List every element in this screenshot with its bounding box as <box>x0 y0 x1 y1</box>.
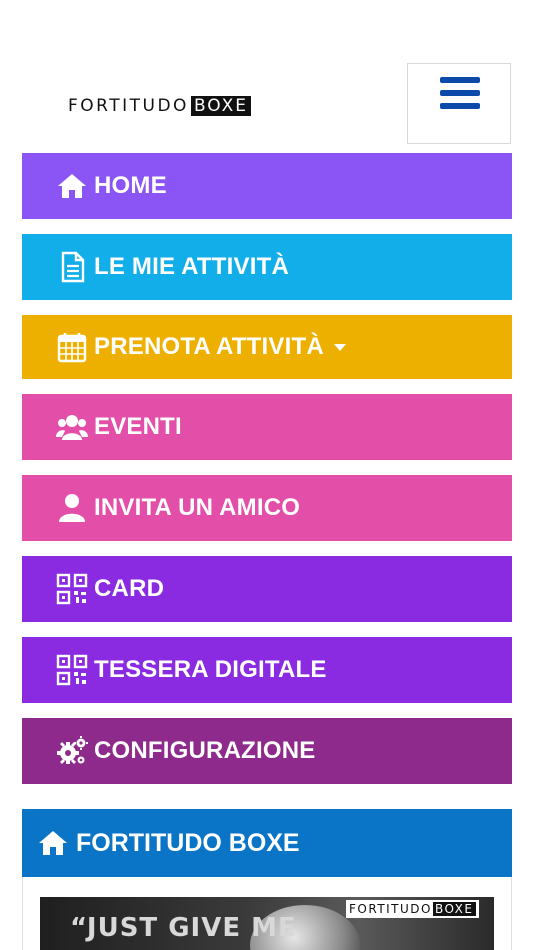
nav-tessera-digitale-button[interactable]: TESSERA DIGITALE <box>22 637 512 703</box>
nav-configurazione-button[interactable]: CONFIGURAZIONE <box>22 718 512 784</box>
nav-le-mie-attivita-label: LE MIE ATTIVITÀ <box>94 253 289 280</box>
logo-text-main: FORTITUDO <box>68 96 189 116</box>
chevron-down-icon <box>333 343 346 351</box>
users-icon <box>56 411 88 443</box>
brand-logo[interactable]: FORTITUDO BOXE <box>68 95 251 117</box>
panel-title: FORTITUDO BOXE <box>76 828 300 857</box>
nav-eventi-button[interactable]: EVENTI <box>22 394 512 460</box>
gears-icon <box>56 735 88 767</box>
nav-eventi-label: EVENTI <box>94 413 182 440</box>
menu-toggle-button[interactable] <box>407 63 511 144</box>
nav-card-button[interactable]: CARD <box>22 556 512 622</box>
logo-text-boxed: BOXE <box>190 96 251 116</box>
nav-home-label: HOME <box>94 172 167 199</box>
calendar-icon <box>56 331 88 363</box>
nav-le-mie-attivita-button[interactable]: LE MIE ATTIVITÀ <box>22 234 512 300</box>
promo-banner-image[interactable]: “JUST GIVE ME FORTITUDO BOXE <box>40 897 494 950</box>
nav-tessera-digitale-label: TESSERA DIGITALE <box>94 656 327 683</box>
home-icon <box>36 826 70 860</box>
document-icon <box>56 251 88 283</box>
nav-configurazione-label: CONFIGURAZIONE <box>94 737 316 764</box>
nav-invita-amico-label: INVITA UN AMICO <box>94 494 301 521</box>
nav-prenota-attivita-label: PRENOTA ATTIVITÀ <box>94 333 324 360</box>
banner-logo-boxed: BOXE <box>432 902 476 916</box>
user-icon <box>56 492 88 524</box>
banner-logo: FORTITUDO BOXE <box>346 900 479 918</box>
panel-header: FORTITUDO BOXE <box>22 809 512 877</box>
nav-card-label: CARD <box>94 575 165 602</box>
nav-prenota-attivita-button[interactable]: PRENOTA ATTIVITÀ <box>22 315 512 379</box>
nav-invita-amico-button[interactable]: INVITA UN AMICO <box>22 475 512 541</box>
qrcode-icon <box>56 573 88 605</box>
qrcode-icon <box>56 654 88 686</box>
banner-quote: “JUST GIVE ME <box>70 913 297 943</box>
home-icon <box>56 170 88 202</box>
nav-home-button[interactable]: HOME <box>22 153 512 219</box>
banner-logo-main: FORTITUDO <box>349 902 432 916</box>
hamburger-icon <box>440 77 480 116</box>
